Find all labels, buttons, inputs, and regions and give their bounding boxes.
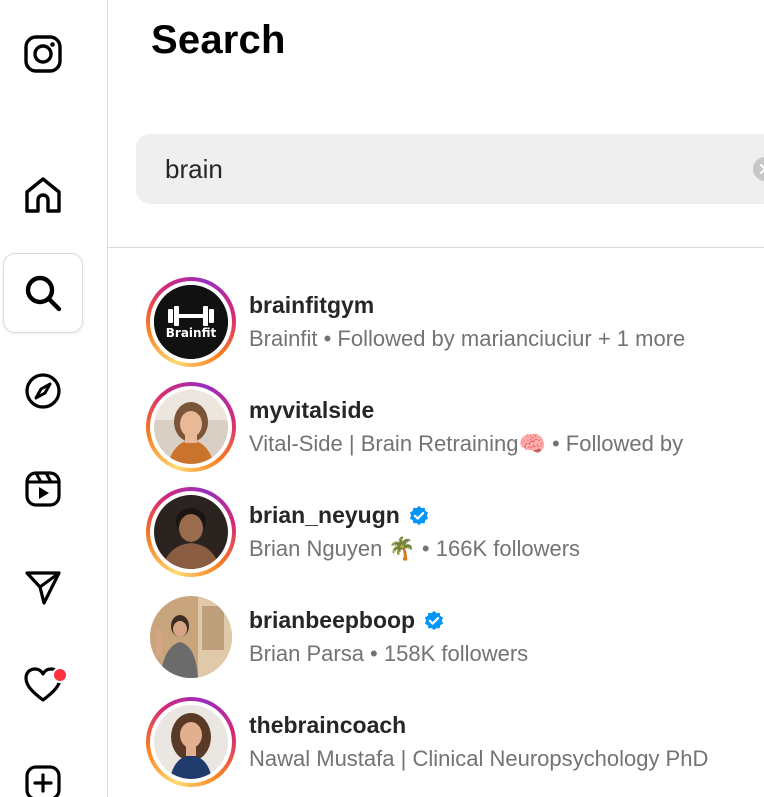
result-username: brian_neyugn	[249, 502, 430, 529]
search-result-item[interactable]: brian_neyugn Brian Nguyen 🌴 • 166K follo…	[108, 482, 764, 587]
divider	[108, 247, 764, 248]
home-icon	[25, 177, 61, 213]
result-username: thebraincoach	[249, 712, 406, 739]
story-ring	[146, 382, 236, 472]
profile-photo-icon	[154, 705, 228, 779]
search-input[interactable]	[165, 134, 705, 204]
avatar	[154, 495, 228, 569]
search-box[interactable]	[136, 134, 764, 204]
result-subtitle: Brian Nguyen 🌴 • 166K followers	[249, 536, 581, 561]
search-panel: Search brain Brainfit brainfitgym Brainf…	[108, 0, 764, 797]
nav-search[interactable]	[3, 253, 83, 333]
nav-explore[interactable]	[3, 351, 83, 431]
avatar	[154, 390, 228, 464]
search-result-item[interactable]: brianbeepboop Brian Parsa • 158K followe…	[108, 587, 764, 692]
result-subtitle: Vital-Side | Brain Retraining🧠 • Followe…	[249, 431, 684, 456]
username-text: myvitalside	[249, 397, 375, 423]
verified-badge-icon	[425, 610, 444, 630]
verified-badge-icon	[409, 505, 428, 525]
story-ring	[146, 697, 236, 787]
profile-photo-icon	[154, 495, 228, 569]
username-text: brianbeepboop	[249, 607, 416, 633]
search-result-item[interactable]: thebraincoach Nawal Mustafa | Clinical N…	[108, 692, 764, 797]
nav-notifications[interactable]	[3, 645, 83, 725]
panel-title: Search	[151, 18, 286, 62]
nav-home[interactable]	[3, 155, 83, 235]
result-username: brianbeepboop	[249, 607, 445, 634]
story-ring: Brainfit	[146, 277, 236, 367]
result-username: brainfitgym	[249, 292, 374, 319]
reels-icon	[25, 471, 61, 507]
profile-photo-icon	[154, 390, 228, 464]
nav-reels[interactable]	[3, 449, 83, 529]
username-text: brian_neyugn	[249, 502, 400, 528]
nav-messages[interactable]	[3, 547, 83, 627]
notification-dot	[52, 667, 68, 683]
avatar	[154, 705, 228, 779]
search-result-item[interactable]: myvitalside Vital-Side | Brain Retrainin…	[108, 377, 764, 482]
username-text: brainfitgym	[249, 292, 375, 318]
result-subtitle: Nawal Mustafa | Clinical Neuropsychology…	[249, 746, 709, 771]
clear-icon	[760, 164, 764, 174]
nav-create[interactable]	[3, 743, 83, 797]
create-plus-icon	[25, 765, 61, 797]
instagram-app: Search brain Brainfit brainfitgym Brainf…	[0, 0, 764, 797]
svg-text:Brainfit: Brainfit	[166, 326, 217, 340]
story-ring	[146, 487, 236, 577]
result-subtitle: Brian Parsa • 158K followers	[249, 641, 529, 666]
avatar	[150, 596, 232, 678]
result-username: myvitalside	[249, 397, 374, 424]
result-subtitle: Brainfit • Followed by marianciuciur + 1…	[249, 326, 686, 351]
nav-rail	[0, 0, 108, 797]
brainfit-logo-icon: Brainfit	[154, 285, 228, 359]
avatar: Brainfit	[154, 285, 228, 359]
clear-search-button[interactable]	[753, 157, 764, 181]
search-icon	[25, 275, 62, 312]
profile-photo-icon	[150, 596, 232, 678]
instagram-logo-link[interactable]	[3, 14, 83, 94]
username-text: thebraincoach	[249, 712, 407, 738]
instagram-logo-icon	[24, 35, 62, 73]
explore-compass-icon	[25, 373, 61, 409]
messages-send-icon	[25, 571, 61, 605]
avatar-wrapper	[146, 592, 236, 682]
search-result-item[interactable]: Brainfit brainfitgym Brainfit • Followed…	[108, 272, 764, 377]
